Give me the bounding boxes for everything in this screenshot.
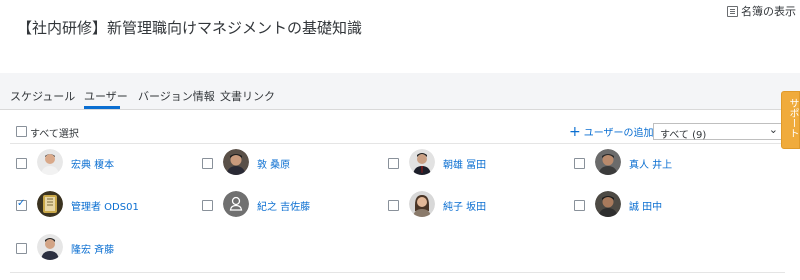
person-placeholder-icon [223,191,249,217]
user-checkbox[interactable] [202,200,213,211]
user-item: 誠 田中 [574,191,754,219]
user-name[interactable]: 真人 井上 [629,156,672,171]
avatar[interactable] [37,149,63,175]
tab-document-links[interactable]: 文書リンク [220,88,275,104]
add-user-label: ユーザーの追加 [583,128,654,139]
user-name[interactable]: 宏典 榎本 [71,156,114,171]
user-checkbox[interactable] [16,198,27,211]
filter-select-value: すべて (9) [660,130,707,141]
user-checkbox[interactable] [202,158,213,169]
user-item: 管理者 ODS01 [16,191,196,219]
roster-icon [727,5,738,17]
avatar[interactable] [595,191,621,217]
user-item: 宏典 榎本 [16,149,196,177]
select-all-checkbox[interactable] [16,126,27,137]
avatar[interactable] [37,191,63,217]
user-item: 真人 井上 [574,149,754,177]
divider [10,272,785,273]
user-checkbox[interactable] [574,158,585,169]
user-checkbox[interactable] [16,243,27,254]
active-tab-indicator [84,106,120,109]
add-user-button[interactable]: + ユーザーの追加 [569,123,654,140]
plus-icon: + [569,123,581,140]
avatar[interactable] [409,191,435,217]
user-name[interactable]: 敦 桑原 [257,156,290,171]
avatar[interactable] [37,234,63,260]
divider [10,143,785,144]
user-item: 朝雄 冨田 [388,149,568,177]
user-item: 敦 桑原 [202,149,382,177]
chevron-down-icon: ⌄ [768,123,778,136]
user-name[interactable]: 誠 田中 [629,198,662,213]
user-name[interactable]: 紀之 吉佐藤 [257,198,310,213]
roster-button-label: 名簿の表示 [741,5,796,18]
support-tab[interactable]: サポート [781,91,800,149]
user-checkbox[interactable] [388,158,399,169]
user-item: 隆宏 斉藤 [16,234,196,262]
user-item: 紀之 吉佐藤 [202,191,382,219]
user-name[interactable]: 隆宏 斉藤 [71,241,114,256]
avatar[interactable] [223,191,249,217]
user-checkbox[interactable] [574,200,585,211]
select-all-label: すべて選択 [30,129,79,140]
page-title: 【社内研修】新管理職向けマネジメントの基礎知識 [17,19,363,37]
support-tab-label: サポート [787,98,798,138]
tab-schedule[interactable]: スケジュール [10,88,75,104]
user-name[interactable]: 純子 坂田 [443,198,486,213]
avatar[interactable] [409,149,435,175]
user-checkbox[interactable] [388,200,399,211]
tab-version-info[interactable]: バージョン情報 [138,88,215,104]
tab-users[interactable]: ユーザー [84,88,128,104]
avatar[interactable] [223,149,249,175]
user-checkbox[interactable] [16,158,27,169]
user-item: 純子 坂田 [388,191,568,219]
filter-select[interactable]: すべて (9) ⌄ [653,123,783,141]
user-name[interactable]: 管理者 ODS01 [71,198,139,213]
user-name[interactable]: 朝雄 冨田 [443,156,486,171]
roster-button[interactable]: 名簿の表示 [727,3,796,19]
avatar[interactable] [595,149,621,175]
